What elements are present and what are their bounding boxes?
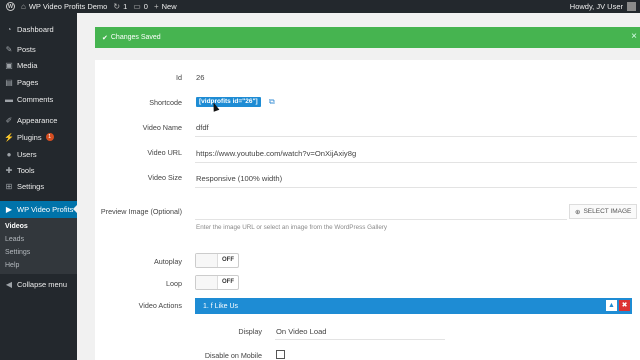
video-name-field-border xyxy=(195,136,637,137)
id-label: Id xyxy=(176,73,182,82)
shortcode-label: Shortcode xyxy=(149,98,182,107)
collapse-menu-button[interactable]: ◀ Collapse menu xyxy=(0,276,77,292)
site-name-link[interactable]: ⌂ WP Video Profits Demo xyxy=(21,2,107,11)
settings-icon: ⊞ xyxy=(5,181,13,191)
home-icon: ⌂ xyxy=(21,2,26,11)
sidebar-item-posts[interactable]: ✎ Posts xyxy=(0,41,77,57)
video-size-select[interactable]: Responsive (100% width) xyxy=(196,174,282,183)
sidebar-item-plugins[interactable]: ⚡ Plugins 1 xyxy=(0,129,77,145)
sidebar-item-dashboard[interactable]: ◔ Dashboard xyxy=(0,21,77,37)
plugins-icon: ⚡ xyxy=(4,132,14,142)
display-label: Display xyxy=(238,327,262,336)
disable-on-mobile-label: Disable on Mobile xyxy=(204,351,262,360)
toggle-knob xyxy=(196,254,218,267)
comments-icon: ▬ xyxy=(5,94,13,104)
submenu-item-help[interactable]: Help xyxy=(5,262,19,269)
plugins-update-badge: 1 xyxy=(45,133,54,141)
sidebar-item-wp-video-profits[interactable]: ▶ WP Video Profits xyxy=(0,201,77,218)
preview-image-hint: Enter the image URL or select an image f… xyxy=(196,224,388,231)
checkmark-icon: ✔ xyxy=(102,34,108,42)
pages-icon: ▤ xyxy=(5,77,13,87)
admin-sidebar: ◔ Dashboard ✎ Posts ▣ Media ▤ Pages ▬ Co… xyxy=(0,13,77,360)
wordpress-logo-icon[interactable]: W xyxy=(6,2,15,11)
video-name-field[interactable]: dfdf xyxy=(196,123,209,132)
video-actions-label: Video Actions xyxy=(138,301,182,310)
display-select[interactable]: On Video Load xyxy=(276,327,327,336)
video-size-label: Video Size xyxy=(147,173,182,182)
video-url-field[interactable]: https://www.youtube.com/watch?v=OnXijAxi… xyxy=(196,149,356,158)
media-icon: ▣ xyxy=(5,60,13,70)
new-content-link[interactable]: + New xyxy=(154,2,177,11)
submenu-item-leads[interactable]: Leads xyxy=(5,236,24,243)
plus-circle-icon: ⊕ xyxy=(575,208,581,216)
autoplay-label: Autoplay xyxy=(154,257,182,266)
sidebar-item-tools[interactable]: ✚ Tools xyxy=(0,162,77,178)
preview-image-label: Preview Image (Optional) xyxy=(100,207,182,216)
sidebar-item-appearance[interactable]: ✐ Appearance xyxy=(0,112,77,128)
video-url-label: Video URL xyxy=(147,148,182,157)
active-indicator xyxy=(73,205,77,213)
disable-on-mobile-checkbox[interactable] xyxy=(276,350,285,359)
loop-toggle[interactable]: OFF xyxy=(195,275,239,290)
sidebar-item-settings[interactable]: ⊞ Settings xyxy=(0,178,77,194)
sidebar-item-pages[interactable]: ▤ Pages xyxy=(0,74,77,90)
dashboard-icon: ◔ xyxy=(6,24,12,34)
video-size-select-border xyxy=(195,187,637,188)
success-notice: ✔ Changes Saved × xyxy=(95,27,640,48)
tools-icon: ✚ xyxy=(5,165,13,175)
sidebar-item-comments[interactable]: ▬ Comments xyxy=(0,91,77,107)
refresh-icon: ↻ xyxy=(113,2,121,11)
video-profits-submenu: Videos Leads Settings Help xyxy=(0,218,77,274)
video-name-label: Video Name xyxy=(142,123,182,132)
updates-link[interactable]: ↻ 1 xyxy=(113,2,127,11)
avatar xyxy=(627,2,636,11)
video-icon: ▶ xyxy=(5,205,13,214)
pin-icon: ✎ xyxy=(5,44,13,54)
users-icon: ● xyxy=(6,149,12,159)
collapse-icon: ◀ xyxy=(5,279,13,289)
video-url-field-border xyxy=(195,162,637,163)
action-header[interactable]: 1. f Like Us ▲ ✖ xyxy=(195,298,632,314)
autoplay-toggle[interactable]: OFF xyxy=(195,253,239,268)
shortcode-value[interactable]: [vidprofits id="26"] xyxy=(196,97,261,107)
sidebar-item-media[interactable]: ▣ Media xyxy=(0,57,77,73)
preview-image-field-border[interactable] xyxy=(195,219,567,220)
delete-icon[interactable]: ✖ xyxy=(619,300,630,311)
loop-label: Loop xyxy=(166,279,182,288)
move-up-icon[interactable]: ▲ xyxy=(606,300,617,311)
appearance-icon: ✐ xyxy=(5,115,13,125)
toggle-knob xyxy=(196,276,218,289)
submenu-item-videos[interactable]: Videos xyxy=(5,223,28,230)
close-icon[interactable]: × xyxy=(631,32,637,42)
display-select-border xyxy=(275,339,445,340)
id-value: 26 xyxy=(196,73,205,82)
comments-link[interactable]: ▭ 0 xyxy=(133,2,148,11)
admin-bar: W ⌂ WP Video Profits Demo ↻ 1 ▭ 0 + New … xyxy=(0,0,640,13)
my-account-link[interactable]: Howdy, JV User xyxy=(570,0,636,13)
select-image-button[interactable]: ⊕ SELECT IMAGE xyxy=(569,204,638,219)
comment-icon: ▭ xyxy=(133,2,141,11)
plus-icon: + xyxy=(153,2,159,11)
submenu-item-settings[interactable]: Settings xyxy=(5,249,30,256)
copy-icon[interactable]: ⧉ xyxy=(269,97,275,107)
sidebar-item-users[interactable]: ● Users xyxy=(0,146,77,162)
